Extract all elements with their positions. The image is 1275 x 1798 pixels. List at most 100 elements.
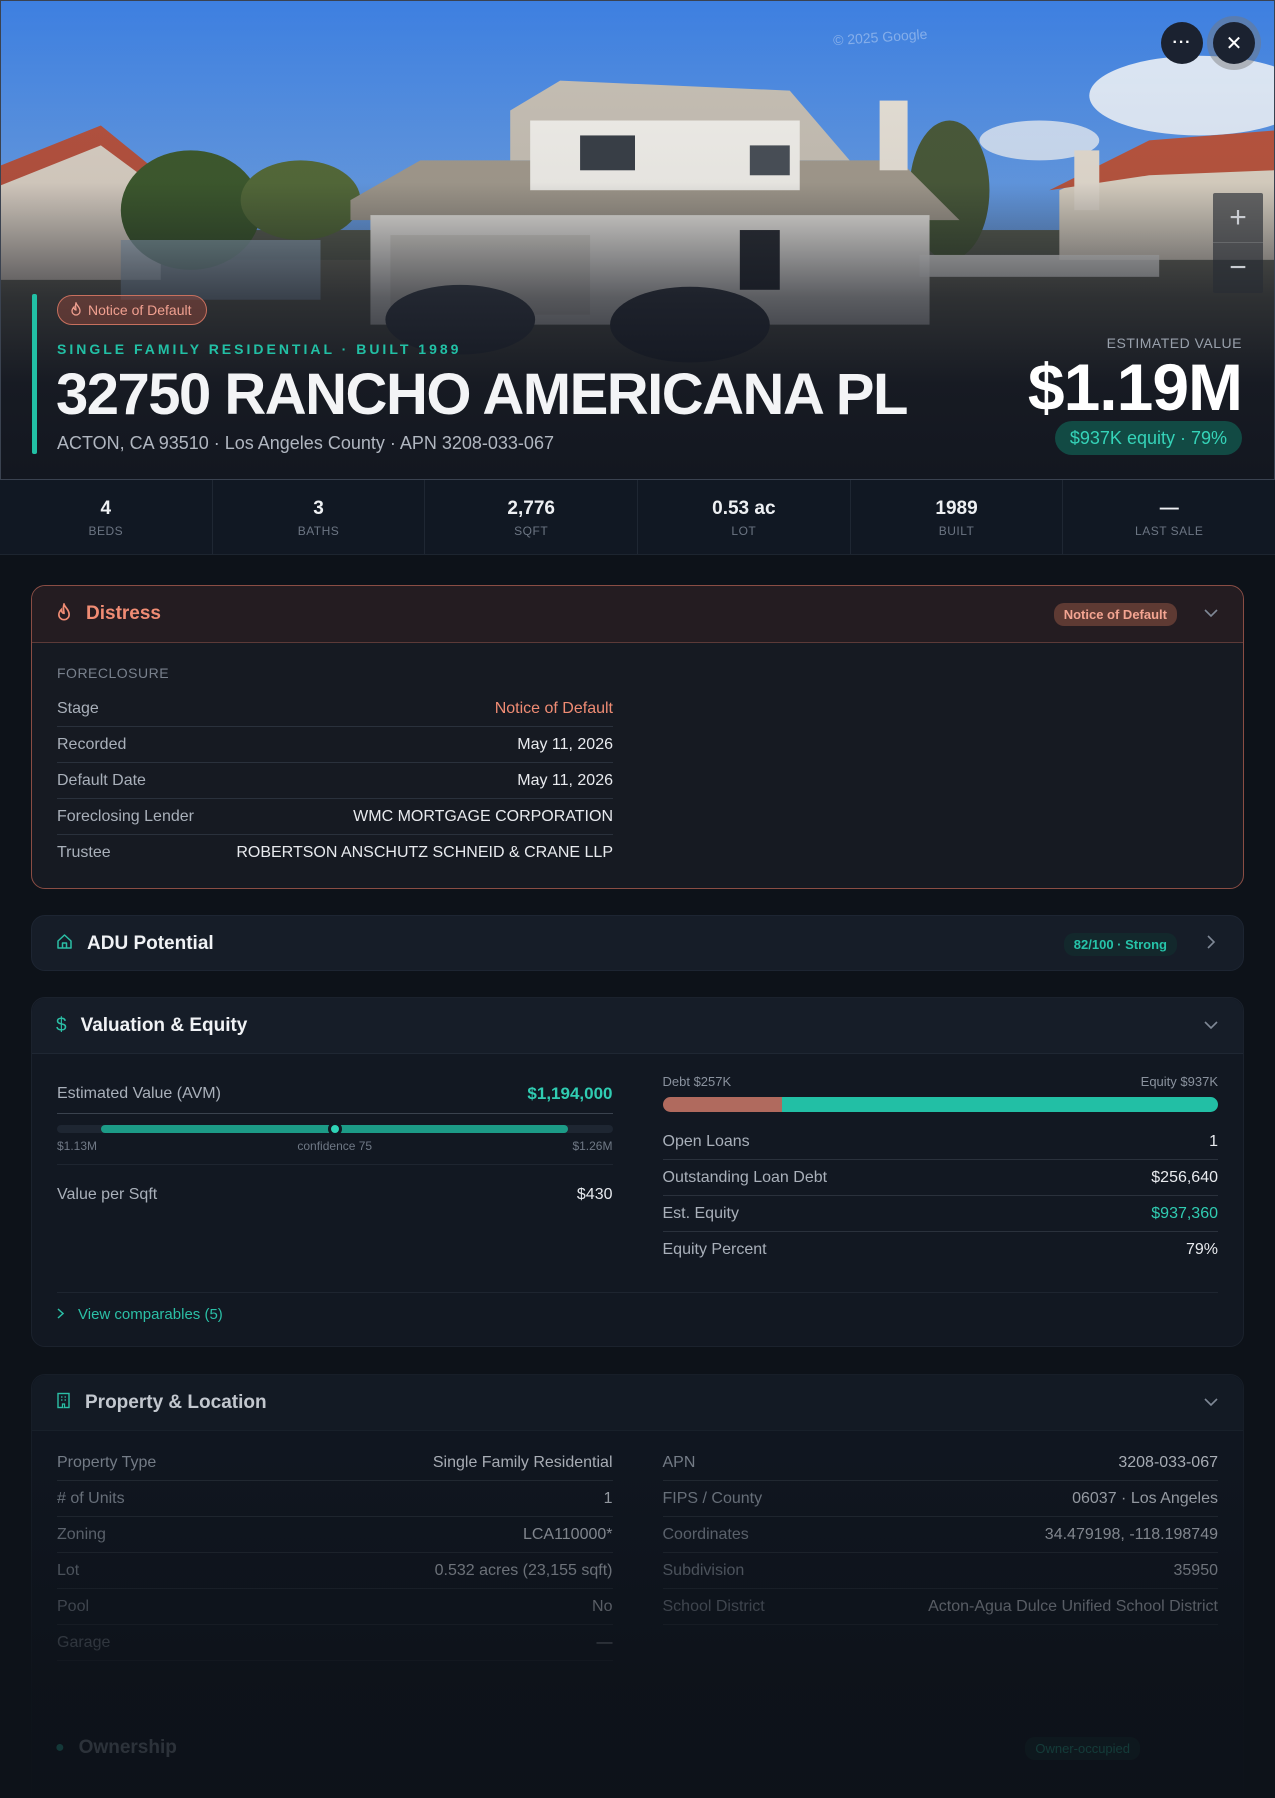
stats-strip: 4 BEDS 3 BATHS 2,776 SQFT 0.53 ac LOT 1989 BU…: [0, 480, 1275, 555]
close-button[interactable]: ✕: [1213, 22, 1255, 64]
row-key: Est. Equity: [662, 1204, 739, 1222]
stat-beds: 4 BEDS: [0, 480, 213, 554]
stat-value: 1989: [935, 498, 978, 519]
stat-value: 4: [100, 498, 112, 519]
stat-baths: 3 BATHS: [213, 480, 426, 554]
detail-row: Garage —: [57, 1625, 613, 1661]
distress-header[interactable]: Distress Notice of Default: [32, 586, 1243, 643]
row-key: Lot: [57, 1561, 80, 1579]
detail-row: Subdivision 35950: [662, 1553, 1218, 1589]
row-value: WMC MORTGAGE CORPORATION: [353, 807, 613, 825]
property-address: 32750 RANCHO AMERICANA PL: [56, 362, 908, 427]
row-key: Trustee: [57, 844, 111, 861]
ownership-card-header[interactable]: ● Ownership Owner-occupied: [31, 1720, 1244, 1776]
stat-label: BATHS: [297, 524, 340, 538]
row-value: $937,360: [1151, 1204, 1218, 1222]
stat-label: LAST SALE: [1135, 524, 1204, 538]
distress-card: Distress Notice of Default FORECLOSURE S…: [31, 585, 1244, 889]
stat-value: —: [1159, 498, 1179, 519]
equity-column: Debt $257K Equity $937K Open Loans 1 Outs…: [662, 1054, 1219, 1268]
vps-value: $430: [576, 1186, 613, 1203]
detail-row: Equity Percent 79%: [663, 1232, 1219, 1268]
map-zoom-control: + −: [1213, 193, 1263, 293]
ownership-badge: Owner-occupied: [1025, 1736, 1140, 1760]
view-comparables-link[interactable]: View comparables (5): [57, 1292, 1218, 1323]
stat-label: LOT: [731, 524, 757, 538]
divider: [57, 1164, 613, 1165]
equity-segment: [781, 1097, 1218, 1112]
detail-row: Trustee ROBERTSON ANSCHUTZ SCHNEID & CRAN…: [57, 835, 613, 871]
row-key: Coordinates: [662, 1525, 749, 1543]
row-value: 34.479198, -118.198749: [1044, 1525, 1218, 1543]
row-value: Acton-Agua Dulce Unified School District: [928, 1597, 1218, 1615]
range-low: $1.13M: [57, 1139, 98, 1153]
chevron-down-icon[interactable]: [1203, 1017, 1219, 1035]
adu-title: ADU Potential: [87, 933, 214, 954]
zoom-in-button[interactable]: +: [1213, 193, 1263, 243]
valuation-header[interactable]: $ Valuation & Equity: [32, 998, 1243, 1054]
stat-value: 2,776: [507, 498, 555, 519]
value-range-bar: [57, 1122, 613, 1136]
zoom-out-button[interactable]: −: [1213, 243, 1263, 293]
detail-row: Foreclosing Lender WMC MORTGAGE CORPORATI…: [57, 799, 613, 835]
stat-last-sale: — LAST SALE: [1063, 480, 1275, 554]
row-key: Default Date: [57, 771, 146, 789]
estimated-value: $1.19M: [1027, 350, 1243, 424]
row-value: 06037 · Los Angeles: [1072, 1489, 1218, 1507]
value-per-sqft-row: Value per Sqft $430: [57, 1186, 613, 1204]
row-key: Equity Percent: [662, 1241, 767, 1258]
stat-built: 1989 BUILT: [851, 480, 1064, 554]
row-key: Foreclosing Lender: [57, 807, 194, 825]
row-value: —: [596, 1633, 613, 1651]
row-value: Single Family Residential: [432, 1453, 613, 1471]
row-value: 0.532 acres (23,155 sqft): [434, 1561, 613, 1579]
detail-row: Pool No: [57, 1589, 613, 1625]
property-left-column: Property Type Single Family Residential #…: [57, 1445, 613, 1661]
adu-potential-card[interactable]: ADU Potential 82/100 · Strong: [31, 915, 1244, 971]
avm-row: Estimated Value (AVM) $1,194,000: [57, 1083, 613, 1105]
row-key: Garage: [57, 1633, 111, 1651]
dollar-icon: $: [56, 1014, 67, 1036]
value-range-marker: [327, 1122, 342, 1136]
property-subaddress: ACTON, CA 93510 · Los Angeles County · A…: [57, 433, 554, 453]
adu-score-badge: 82/100 · Strong: [1063, 932, 1177, 956]
distress-badge[interactable]: Notice of Default: [57, 295, 207, 325]
equity-details: Open Loans 1 Outstanding Loan Debt $256,64…: [662, 1124, 1219, 1268]
detail-row: Coordinates 34.479198, -118.198749: [662, 1517, 1218, 1553]
equity-badge: $937K equity · 79%: [1054, 421, 1242, 455]
distress-status-badge: Notice of Default: [1053, 602, 1177, 626]
row-key: Property Type: [57, 1453, 157, 1471]
more-options-button[interactable]: ···: [1161, 22, 1203, 64]
building-icon: [56, 1392, 71, 1414]
detail-row: Est. Equity $937,360: [662, 1196, 1218, 1232]
chevron-down-icon[interactable]: [1203, 1394, 1219, 1412]
detail-row: Default Date May 11, 2026: [57, 763, 613, 799]
debt-label: Debt $257K: [662, 1074, 732, 1089]
detail-row: Recorded May 11, 2026: [57, 727, 613, 763]
row-key: Zoning: [57, 1525, 106, 1543]
chevron-right-icon[interactable]: [1203, 934, 1219, 954]
avm-value: $1,194,000: [527, 1084, 613, 1103]
row-value: 3208-033-067: [1118, 1453, 1218, 1471]
adu-header[interactable]: ADU Potential 82/100 · Strong: [32, 916, 1243, 972]
flame-icon: [70, 300, 82, 319]
ownership-title: Ownership: [78, 1737, 177, 1758]
valuation-equity-card: $ Valuation & Equity Estimated Value (AV…: [31, 997, 1244, 1347]
divider: [57, 1113, 613, 1114]
distress-badge-label: Notice of Default: [88, 302, 192, 318]
stat-value: 0.53 ac: [712, 498, 776, 519]
row-key: Stage: [57, 699, 99, 717]
detail-row: Open Loans 1: [662, 1124, 1218, 1160]
detail-row: Outstanding Loan Debt $256,640: [662, 1160, 1218, 1196]
view-comparables-label: View comparables (5): [78, 1306, 223, 1323]
distress-title: Distress: [86, 603, 161, 624]
property-header[interactable]: Property & Location: [32, 1375, 1243, 1431]
stat-label: SQFT: [514, 524, 549, 538]
foreclosure-section-label: FORECLOSURE: [57, 665, 170, 681]
row-value: 79%: [1185, 1241, 1218, 1258]
detail-row: Property Type Single Family Residential: [57, 1445, 613, 1481]
chevron-down-icon[interactable]: [1203, 605, 1219, 623]
stat-label: BUILT: [938, 524, 975, 538]
foreclosure-details: Stage Notice of Default Recorded May 11, 2…: [57, 691, 613, 871]
row-key: APN: [662, 1453, 696, 1471]
